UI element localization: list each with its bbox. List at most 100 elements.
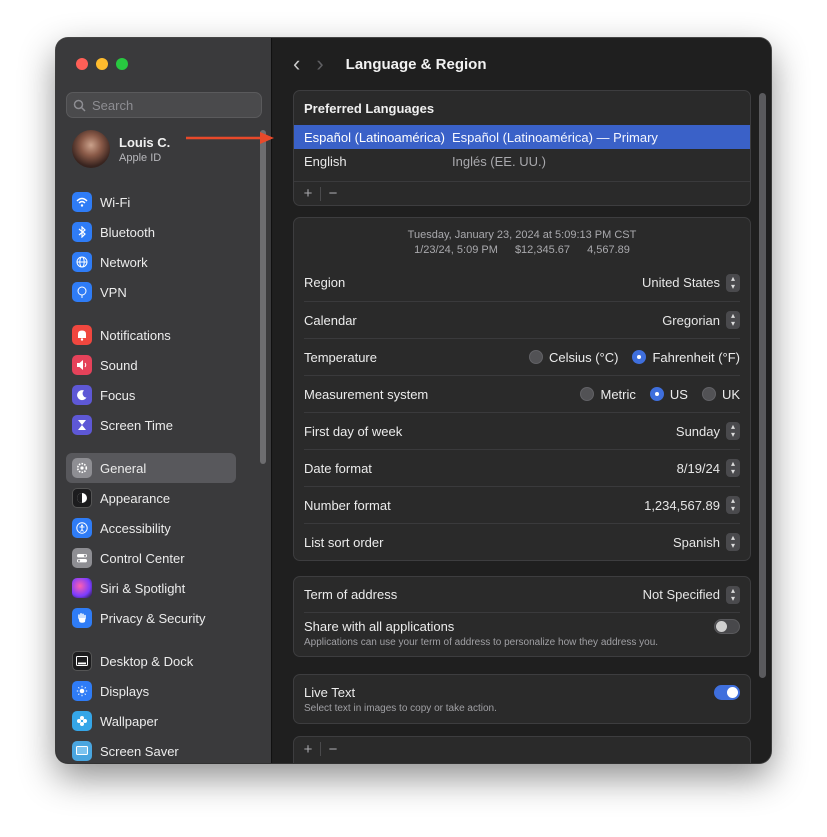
row-label: Number format <box>304 497 391 513</box>
sidebar-item-desktop-dock[interactable]: Desktop & Dock <box>66 646 246 676</box>
sidebar-item-sound[interactable]: Sound <box>66 350 246 380</box>
sidebar-item-privacy-security[interactable]: Privacy & Security <box>66 603 246 633</box>
account-name: Louis C. <box>119 134 171 150</box>
hand-icon <box>72 608 92 628</box>
back-chevron-icon[interactable]: ‹ <box>293 53 300 75</box>
sidebar-item-bluetooth[interactable]: Bluetooth <box>66 217 246 247</box>
metric-radio[interactable]: Metric <box>580 387 636 402</box>
close-button[interactable] <box>76 58 88 70</box>
row-label: List sort order <box>304 534 384 550</box>
add-language-button[interactable]: + <box>300 185 316 202</box>
language-name: English <box>304 153 347 169</box>
sidebar-item-label: VPN <box>100 284 127 300</box>
add-button[interactable]: + <box>300 741 316 758</box>
sidebar-item-label: Screen Saver <box>100 743 179 759</box>
temperature-radio-group: Celsius (°C) Fahrenheit (°F) <box>528 350 740 365</box>
preview-currency: $12,345.67 <box>514 244 570 256</box>
search-input[interactable] <box>92 97 252 113</box>
sidebar-item-appearance[interactable]: Appearance <box>66 483 246 513</box>
preview-formats: 1/23/24, 5:09 PM $12,345.67 4,567.89 <box>294 243 750 258</box>
remove-button[interactable]: − <box>325 741 341 758</box>
row-label: Term of address <box>304 587 398 602</box>
vpn-icon <box>72 282 92 302</box>
toggles-icon <box>72 548 92 568</box>
search-field[interactable] <box>66 92 262 118</box>
fahrenheit-radio[interactable]: Fahrenheit (°F) <box>632 350 740 365</box>
date-format-select[interactable]: 8/19/24 ▴ ▾ <box>677 459 740 477</box>
format-preview: Tuesday, January 23, 2024 at 5:09:13 PM … <box>294 218 750 264</box>
row-label: Measurement system <box>304 386 429 402</box>
preferred-languages-card: Preferred Languages Español (Latinoaméri… <box>293 90 751 206</box>
number-format-select[interactable]: 1,234,567.89 ▴ ▾ <box>644 496 740 514</box>
sidebar-scrollbar[interactable] <box>260 130 266 464</box>
content-pane: ‹ › Language & Region Preferred Language… <box>273 38 771 763</box>
sidebar-item-screen-time[interactable]: Screen Time <box>66 410 246 440</box>
forward-chevron-icon[interactable]: › <box>316 53 323 75</box>
language-row[interactable]: Español (Latinoamérica) Español (Latinoa… <box>294 125 750 149</box>
sidebar-item-label: General <box>100 460 147 476</box>
bluetooth-icon <box>72 222 92 242</box>
updown-chevron-icon: ▴ ▾ <box>726 273 740 292</box>
radio-dot <box>701 387 716 401</box>
sidebar-item-notifications[interactable]: Notifications <box>66 320 246 350</box>
screensaver-icon <box>72 741 92 761</box>
term-of-address-card: Term of address Not Specified ▴ ▾ Share w… <box>293 576 751 657</box>
row-label: Calendar <box>304 312 357 328</box>
updown-chevron-icon: ▴ ▾ <box>726 459 740 477</box>
uk-radio[interactable]: UK <box>701 387 740 402</box>
content-scrollbar[interactable] <box>759 93 766 678</box>
language-name: Español (Latinoamérica) <box>304 129 445 145</box>
sidebar-group-network: Wi-Fi Bluetooth Network VPN <box>66 187 246 307</box>
live-text-toggle[interactable] <box>714 685 740 700</box>
sidebar-item-screen-saver[interactable]: Screen Saver <box>66 736 246 763</box>
sidebar-item-label: Siri & Spotlight <box>100 580 186 596</box>
sidebar-item-siri-spotlight[interactable]: Siri & Spotlight <box>66 573 246 603</box>
sidebar-item-label: Notifications <box>100 327 171 343</box>
sun-icon <box>72 681 92 701</box>
updown-chevron-icon: ▴ ▾ <box>726 496 740 514</box>
radio-dot <box>649 387 664 401</box>
term-of-address-select[interactable]: Not Specified ▴ ▾ <box>643 585 740 604</box>
minimize-button[interactable] <box>96 58 108 70</box>
sidebar-item-accessibility[interactable]: Accessibility <box>66 513 246 543</box>
zoom-button[interactable] <box>116 58 128 70</box>
preview-number: 4,567.89 <box>587 244 630 256</box>
term-of-address-row: Term of address Not Specified ▴ ▾ <box>304 577 740 612</box>
radio-label: Fahrenheit (°F) <box>652 349 740 365</box>
window-controls <box>76 58 128 70</box>
sidebar-item-label: Wi-Fi <box>100 194 131 210</box>
measurement-radio-group: Metric US UK <box>580 387 740 402</box>
sidebar-item-control-center[interactable]: Control Center <box>66 543 246 573</box>
sidebar-group-general: General Appearance Accessibility Control… <box>66 453 246 633</box>
dock-icon <box>72 651 92 671</box>
sidebar-item-vpn[interactable]: VPN <box>66 277 246 307</box>
us-radio[interactable]: US <box>649 387 688 402</box>
moon-icon <box>72 385 92 405</box>
search-icon <box>73 99 86 112</box>
toolbar: ‹ › Language & Region <box>273 38 771 90</box>
sidebar-item-network[interactable]: Network <box>66 247 246 277</box>
list-sort-select[interactable]: Spanish ▴ ▾ <box>673 533 740 551</box>
celsius-radio[interactable]: Celsius (°C) <box>528 350 618 365</box>
row-label: First day of week <box>304 423 403 439</box>
region-select[interactable]: United States ▴ ▾ <box>642 273 740 292</box>
language-row[interactable]: English Inglés (EE. UU.) <box>294 149 750 173</box>
row-label: Temperature <box>304 349 377 365</box>
sidebar-item-wifi[interactable]: Wi-Fi <box>66 187 246 217</box>
apple-id-account[interactable]: Louis C. Apple ID <box>72 130 170 168</box>
first-day-select[interactable]: Sunday ▴ ▾ <box>676 422 740 440</box>
language-description: Inglés (EE. UU.) <box>452 153 546 169</box>
measurement-row: Measurement system Metric US UK <box>304 375 740 412</box>
sidebar-item-general[interactable]: General <box>66 453 236 483</box>
remove-language-button[interactable]: − <box>325 185 341 202</box>
share-toggle[interactable] <box>714 619 740 634</box>
sidebar-item-displays[interactable]: Displays <box>66 676 246 706</box>
sidebar-item-label: Control Center <box>100 550 185 566</box>
sidebar-item-wallpaper[interactable]: Wallpaper <box>66 706 246 736</box>
globe-icon <box>72 252 92 272</box>
calendar-select[interactable]: Gregorian ▴ ▾ <box>662 311 740 329</box>
sidebar-item-focus[interactable]: Focus <box>66 380 246 410</box>
calendar-row: Calendar Gregorian ▴ ▾ <box>304 301 740 338</box>
row-description: Select text in images to copy or take ac… <box>304 703 497 714</box>
